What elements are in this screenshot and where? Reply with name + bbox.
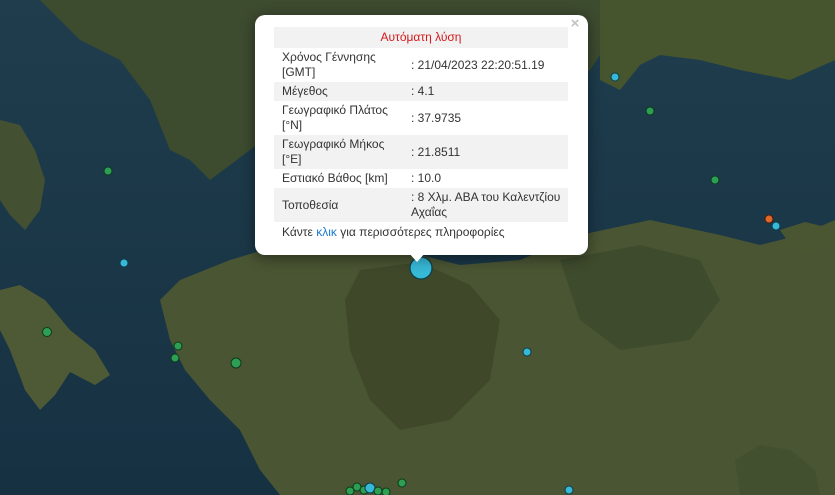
- location-label: Τοποθεσία: [274, 188, 405, 222]
- longitude-value: : 21.8511: [405, 135, 568, 169]
- magnitude-label: Μέγεθος: [274, 82, 405, 101]
- event-marker[interactable]: [42, 327, 52, 337]
- longitude-label: Γεωγραφικό Μήκος [°E]: [274, 135, 405, 169]
- event-marker[interactable]: [119, 258, 129, 268]
- latitude-value: : 37.9735: [411, 110, 462, 125]
- event-marker[interactable]: [645, 106, 655, 116]
- origin-time-value: : 21/04/2023 22:20:51.19: [411, 57, 545, 72]
- event-marker[interactable]: [230, 357, 242, 369]
- magnitude-value: : 4.1: [405, 82, 568, 101]
- event-marker[interactable]: [771, 221, 781, 231]
- popup-tip: [408, 252, 426, 262]
- origin-time-label: Χρόνος Γέννησης [GMT]: [282, 50, 376, 79]
- event-marker[interactable]: [173, 341, 183, 351]
- event-marker[interactable]: [764, 214, 774, 224]
- event-marker[interactable]: [564, 485, 574, 495]
- latitude-label: Γεωγραφικό Πλάτος [°N]: [282, 103, 388, 132]
- event-marker[interactable]: [522, 347, 532, 357]
- close-icon[interactable]: ×: [568, 16, 582, 31]
- more-info-suffix: για περισσότερες πληροφορίες: [336, 225, 505, 239]
- event-info-table: Αυτόματη λύση Χρόνος Γέννησης [GMT] : 21…: [274, 27, 568, 222]
- event-marker[interactable]: [381, 487, 391, 495]
- more-info-text: Κάντε κλικ για περισσότερες πληροφορίες: [282, 225, 505, 239]
- depth-value: : 10.0: [411, 171, 442, 185]
- location-value: : 8 Χλμ. ΑΒΑ του Καλεντζίου Αχαΐας: [405, 188, 568, 222]
- depth-label: Εστιακό Βάθος [km]: [282, 171, 388, 185]
- popup-title: Αυτόματη λύση: [274, 27, 568, 48]
- event-marker[interactable]: [710, 175, 720, 185]
- more-info-link[interactable]: κλικ: [316, 225, 337, 239]
- event-popup: × Αυτόματη λύση Χρόνος Γέννησης [GMT] : …: [255, 15, 588, 255]
- event-marker[interactable]: [170, 353, 180, 363]
- more-info-prefix: Κάντε: [282, 225, 317, 239]
- event-marker[interactable]: [364, 482, 376, 494]
- event-marker[interactable]: [397, 478, 407, 488]
- event-marker[interactable]: [103, 166, 113, 176]
- event-marker[interactable]: [373, 486, 383, 495]
- event-marker[interactable]: [610, 72, 620, 82]
